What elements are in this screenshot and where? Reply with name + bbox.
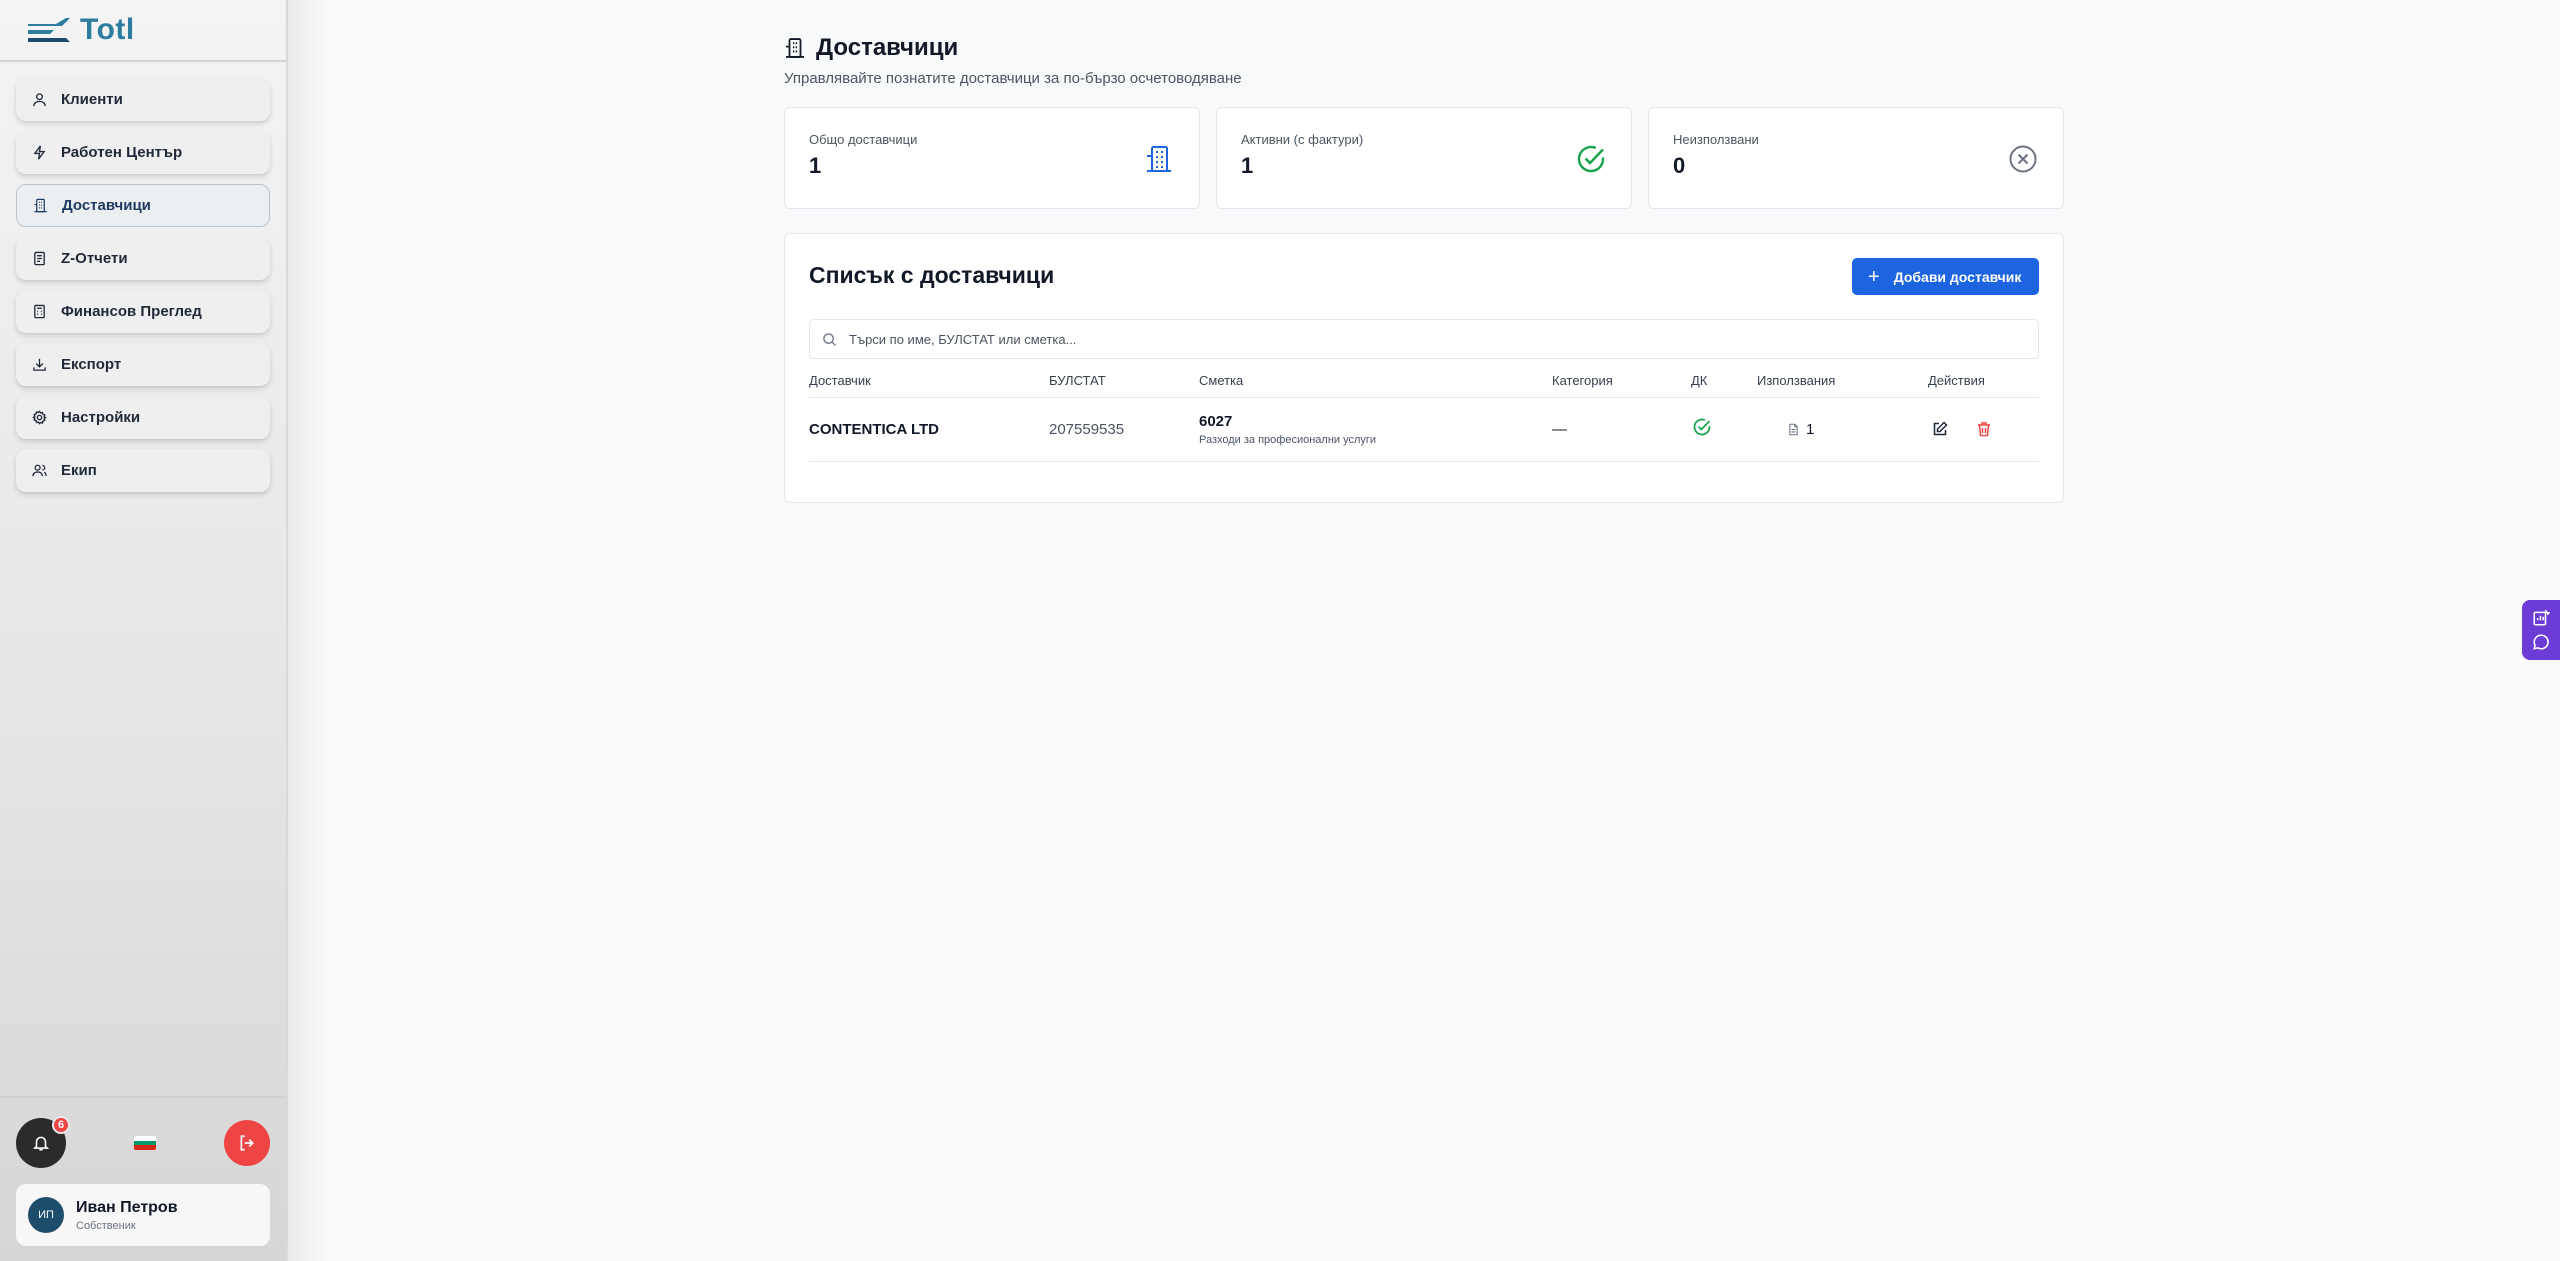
help-widget[interactable]	[2522, 600, 2560, 660]
download-icon	[33, 358, 46, 371]
page-subtitle: Управлявайте познатите доставчици за по-…	[784, 70, 1242, 87]
stat-card-total: Общо доставчици 1	[784, 107, 1200, 209]
sidebar-item-label: Експорт	[61, 356, 122, 373]
language-flag-icon[interactable]	[134, 1136, 156, 1150]
stat-card-active: Активни (с фактури) 1	[1216, 107, 1632, 209]
stat-value: 1	[1241, 153, 1254, 178]
sidebar-shadow	[288, 0, 328, 1261]
page-title: Доставчици	[816, 34, 959, 61]
sidebar-item-workcenter[interactable]: Работен Център	[16, 131, 270, 174]
search-icon	[823, 332, 837, 346]
search-input[interactable]	[849, 331, 2038, 347]
notifications-button[interactable]: 6	[16, 1116, 70, 1168]
avatar: ИП	[28, 1197, 64, 1233]
bell-icon	[32, 1136, 50, 1151]
sidebar-item-finance[interactable]: Финансов Преглед	[16, 290, 270, 333]
sidebar-item-label: Финансов Преглед	[61, 303, 202, 320]
add-supplier-button[interactable]: + Добави доставчик	[1852, 258, 2039, 295]
sidebar-item-clients[interactable]: Клиенти	[16, 78, 270, 121]
sidebar-footer: 6 ИП Иван Петров Собственик	[0, 1096, 286, 1261]
users-icon	[33, 93, 46, 107]
list-title: Списък с доставчици	[809, 262, 1055, 288]
suppliers-table: Доставчик БУЛСТАТ Сметка Категория ДК Из…	[809, 371, 2039, 462]
trash-icon[interactable]	[1976, 421, 1992, 437]
sidebar-item-z-reports[interactable]: Z-Отчети	[16, 237, 270, 280]
stat-card-unused: Неизползвани 0	[1648, 107, 2064, 209]
plus-icon: +	[1868, 265, 1880, 288]
team-icon	[32, 464, 47, 477]
column-header-bulstat[interactable]: БУЛСТАТ	[1049, 371, 1199, 398]
receipt-icon	[34, 251, 45, 266]
column-header-usages[interactable]: Използвания	[1757, 371, 1928, 398]
stat-label: Активни (с фактури)	[1241, 132, 1364, 147]
stat-value: 0	[1673, 153, 1686, 178]
user-card[interactable]: ИП Иван Петров Собственик	[16, 1184, 270, 1246]
sidebar: Totl Клиенти Работен Център Доставчици Z…	[0, 0, 288, 1261]
logo-icon	[28, 18, 70, 42]
supplier-actions-cell	[1928, 397, 2039, 462]
usage-count: 1	[1806, 420, 1815, 438]
sidebar-item-suppliers[interactable]: Доставчици	[16, 184, 270, 227]
chat-icon[interactable]	[2532, 633, 2550, 651]
search-box	[809, 319, 2039, 359]
gear-icon	[32, 410, 47, 425]
supplier-account-cell: 6027 Разходи за професионални услуги	[1199, 397, 1552, 462]
column-header-supplier[interactable]: Доставчик	[809, 371, 1049, 398]
logo[interactable]: Totl	[0, 0, 286, 62]
table-row[interactable]: CONTENTICA LTD 207559535 6027 Разходи за…	[809, 397, 2039, 462]
check-circle-icon	[1693, 418, 1711, 436]
logout-button[interactable]	[224, 1120, 270, 1166]
sidebar-item-settings[interactable]: Настройки	[16, 396, 270, 439]
column-header-account[interactable]: Сметка	[1199, 371, 1552, 398]
stat-label: Общо доставчици	[809, 132, 918, 147]
sidebar-item-label: Доставчици	[62, 197, 151, 214]
supplier-dk-cell	[1691, 397, 1757, 462]
sidebar-item-label: Екип	[61, 462, 97, 479]
building-icon	[34, 198, 47, 213]
sidebar-item-label: Z-Отчети	[61, 250, 128, 267]
sidebar-item-label: Работен Център	[61, 144, 183, 161]
account-number: 6027	[1199, 412, 1233, 430]
sidebar-nav: Клиенти Работен Център Доставчици Z-Отче…	[0, 62, 286, 492]
building-icon	[786, 38, 804, 58]
report-icon[interactable]	[2532, 609, 2550, 627]
sidebar-item-export[interactable]: Експорт	[16, 343, 270, 386]
main-content: Доставчици Управлявайте познатите достав…	[784, 0, 2064, 503]
sidebar-item-label: Клиенти	[61, 91, 123, 108]
user-name: Иван Петров	[76, 1198, 178, 1216]
suppliers-list-card: Списък с доставчици + Добави доставчик Д…	[784, 233, 2064, 503]
supplier-category: —	[1552, 397, 1691, 462]
sidebar-item-team[interactable]: Екип	[16, 449, 270, 492]
column-header-actions: Действия	[1928, 371, 2039, 398]
building-icon	[1147, 146, 1171, 172]
supplier-name: CONTENTICA LTD	[809, 397, 1049, 462]
check-circle-icon	[1577, 145, 1605, 173]
stat-value: 1	[809, 153, 822, 178]
column-header-category[interactable]: Категория	[1552, 371, 1691, 398]
brand-name: Totl	[80, 13, 135, 46]
supplier-bulstat: 207559535	[1049, 397, 1199, 462]
add-supplier-label: Добави доставчик	[1893, 268, 2022, 285]
account-description: Разходи за професионални услуги	[1199, 433, 1377, 446]
logout-icon	[240, 1135, 254, 1151]
document-icon	[1789, 423, 1798, 435]
user-role: Собственик	[76, 1219, 136, 1232]
stat-label: Неизползвани	[1673, 132, 1759, 147]
column-header-dk[interactable]: ДК	[1691, 371, 1757, 398]
stats-row: Общо доставчици 1 Активни (с фактури) 1 …	[784, 107, 2064, 209]
notification-badge: 6	[52, 1116, 70, 1134]
supplier-usages-cell: 1	[1757, 397, 1928, 462]
table-header-row: Доставчик БУЛСТАТ Сметка Категория ДК Из…	[809, 371, 2039, 398]
page-header: Доставчици	[784, 34, 2064, 62]
calculator-icon	[34, 304, 45, 319]
sidebar-item-label: Настройки	[61, 409, 141, 426]
x-circle-icon	[2009, 145, 2037, 173]
lightning-icon	[33, 145, 46, 160]
edit-icon[interactable]	[1932, 421, 1948, 437]
